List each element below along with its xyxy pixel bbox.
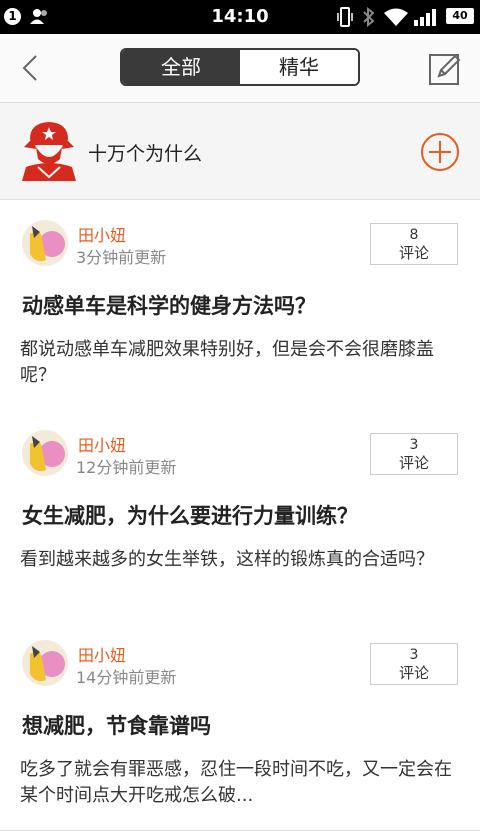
comment-count-box[interactable]: 3 评论 bbox=[370, 643, 458, 685]
post-excerpt: 看到越来越多的女生举铁，这样的锻炼真的合适吗？ bbox=[20, 549, 434, 570]
tab-featured[interactable]: 精华 bbox=[240, 50, 358, 84]
comment-label: 评论 bbox=[398, 454, 429, 472]
avatar bbox=[22, 640, 68, 686]
avatar bbox=[22, 220, 68, 266]
vibrate-icon bbox=[337, 7, 353, 27]
post-title[interactable]: 动感单车是科学的健身方法吗？ bbox=[22, 290, 316, 320]
status-bar: 1 14:10 40 bbox=[0, 0, 480, 34]
bluetooth-icon bbox=[363, 7, 375, 27]
comment-count-box[interactable]: 8 评论 bbox=[370, 223, 458, 265]
author-name[interactable]: 田小妞 bbox=[78, 432, 126, 456]
post-time: 3分钟前更新 bbox=[76, 248, 167, 267]
add-icon[interactable] bbox=[420, 132, 460, 172]
post-time: 14分钟前更新 bbox=[76, 668, 177, 687]
comment-label: 评论 bbox=[398, 244, 429, 262]
signal-icon bbox=[414, 9, 436, 26]
topic-name: 十万个为什么 bbox=[88, 143, 203, 165]
post-item[interactable]: 田小妞 3分钟前更新 8 评论 动感单车是科学的健身方法吗？ 都说动感单车减肥效… bbox=[0, 200, 480, 411]
clock: 14:10 bbox=[211, 6, 269, 27]
comment-count: 3 bbox=[409, 647, 419, 663]
post-item[interactable]: 田小妞 12分钟前更新 3 评论 女生减肥，为什么要进行力量训练？ 看到越来越多… bbox=[0, 410, 480, 621]
top-bar: 全部 精华 bbox=[0, 34, 480, 103]
post-title[interactable]: 想减肥，节食靠谱吗 bbox=[22, 710, 211, 740]
post-excerpt: 吃多了就会有罪恶感，忍住一段时间不吃，又一定会在某个时间点大开吃戒怎么破... bbox=[20, 759, 452, 806]
post-title[interactable]: 女生减肥，为什么要进行力量训练？ bbox=[22, 500, 358, 530]
comment-label: 评论 bbox=[398, 664, 429, 682]
avatar bbox=[22, 430, 68, 476]
wifi-icon bbox=[384, 8, 408, 26]
edit-icon[interactable] bbox=[428, 52, 462, 86]
comment-count: 3 bbox=[409, 437, 419, 453]
tab-switcher: 全部 精华 bbox=[120, 48, 360, 86]
author-name[interactable]: 田小妞 bbox=[78, 222, 126, 246]
comment-count: 8 bbox=[409, 227, 419, 243]
back-icon[interactable] bbox=[14, 50, 50, 86]
author-name[interactable]: 田小妞 bbox=[78, 642, 126, 666]
comment-count-box[interactable]: 3 评论 bbox=[370, 433, 458, 475]
tab-all[interactable]: 全部 bbox=[122, 50, 240, 84]
post-excerpt: 都说动感单车减肥效果特别好，但是会不会很磨膝盖呢？ bbox=[20, 339, 434, 386]
topic-header: 十万个为什么 bbox=[0, 103, 480, 200]
battery-icon: 40 bbox=[446, 8, 474, 24]
topic-logo bbox=[22, 122, 76, 181]
post-item[interactable]: 田小妞 14分钟前更新 3 评论 想减肥，节食靠谱吗 吃多了就会有罪恶感，忍住一… bbox=[0, 620, 480, 831]
post-time: 12分钟前更新 bbox=[76, 458, 177, 477]
